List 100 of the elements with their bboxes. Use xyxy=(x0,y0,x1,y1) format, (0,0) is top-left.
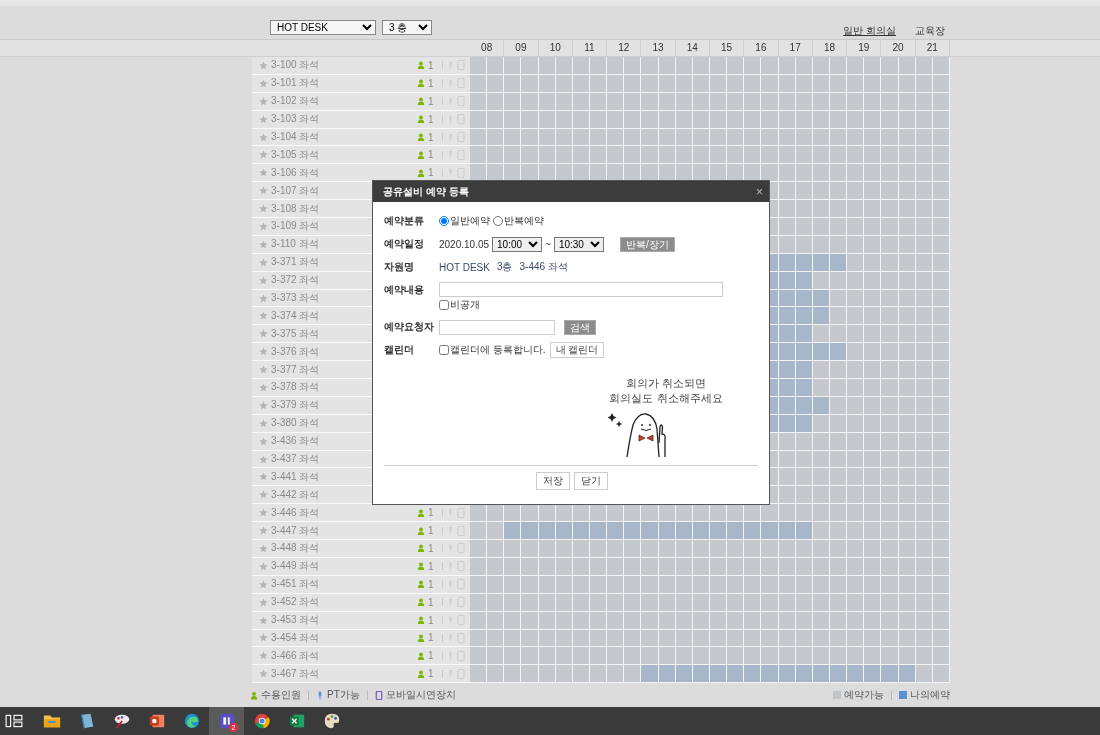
checkbox[interactable] xyxy=(439,345,449,355)
seat-name[interactable]: 3-448 좌석 xyxy=(271,541,320,556)
star-icon[interactable] xyxy=(259,633,268,643)
capacity-count: 1 xyxy=(428,149,435,161)
star-icon[interactable] xyxy=(259,365,268,375)
capacity-count: 1 xyxy=(428,77,435,89)
star-icon[interactable] xyxy=(259,221,268,231)
room-type-link[interactable]: 일반 회의실 xyxy=(843,24,896,38)
star-icon[interactable] xyxy=(259,275,268,285)
search-button[interactable]: 검색 xyxy=(564,319,596,335)
star-icon[interactable] xyxy=(259,526,268,536)
seat-name[interactable]: 3-379 좌석 xyxy=(271,398,320,413)
seat-name[interactable]: 3-371 좌석 xyxy=(271,255,320,270)
person-icon xyxy=(417,526,425,535)
seat-name[interactable]: 3-454 좌석 xyxy=(271,630,320,645)
radio-button[interactable] xyxy=(439,216,449,226)
seat-name[interactable]: 3-467 좌석 xyxy=(271,666,320,681)
capacity-count: 1 xyxy=(428,167,435,179)
star-icon[interactable] xyxy=(259,239,268,249)
star-icon[interactable] xyxy=(259,257,268,267)
seat-name[interactable]: 3-376 좌석 xyxy=(271,344,320,359)
hour-label: 17 xyxy=(778,40,813,56)
seat-name[interactable]: 3-441 좌석 xyxy=(271,469,320,484)
seat-name[interactable]: 3-372 좌석 xyxy=(271,273,320,288)
seat-name[interactable]: 3-110 좌석 xyxy=(271,237,319,252)
star-icon[interactable] xyxy=(259,96,268,106)
floor-select[interactable]: 3 층 xyxy=(382,19,432,35)
star-icon[interactable] xyxy=(259,436,268,446)
seat-name[interactable]: 3-449 좌석 xyxy=(271,559,320,574)
dialog-button[interactable]: 닫기 xyxy=(573,472,608,490)
seat-name[interactable]: 3-447 좌석 xyxy=(271,523,320,538)
star-icon[interactable] xyxy=(259,168,268,178)
star-icon[interactable] xyxy=(259,418,268,428)
star-icon[interactable] xyxy=(259,293,268,303)
seat-name[interactable]: 3-436 좌석 xyxy=(271,434,320,449)
resource-name: 3-446 좌석 xyxy=(519,260,568,274)
star-icon[interactable] xyxy=(259,329,268,339)
seat-name[interactable]: 3-104 좌석 xyxy=(271,130,320,144)
seat-name[interactable]: 3-466 좌석 xyxy=(271,648,320,663)
star-icon[interactable] xyxy=(259,508,268,518)
radio-label: 일반예약 xyxy=(450,214,490,228)
room-type-link[interactable]: 교육장 xyxy=(915,24,945,38)
seat-name[interactable]: 3-102 좌석 xyxy=(271,94,320,109)
seat-name[interactable]: 3-453 좌석 xyxy=(271,613,320,628)
star-icon[interactable] xyxy=(259,150,268,160)
field-label: 자원명 xyxy=(384,260,415,274)
capacity-count: 1 xyxy=(428,560,435,572)
star-icon[interactable] xyxy=(259,561,268,571)
seat-name[interactable]: 3-377 좌석 xyxy=(271,362,320,377)
person-icon xyxy=(417,79,425,88)
seat-name[interactable]: 3-446 좌석 xyxy=(271,505,320,520)
seat-name[interactable]: 3-108 좌석 xyxy=(271,201,320,216)
star-icon[interactable] xyxy=(259,669,268,679)
star-icon[interactable] xyxy=(259,579,268,589)
seat-name[interactable]: 3-107 좌석 xyxy=(271,183,320,198)
star-icon[interactable] xyxy=(259,544,268,553)
seat-name[interactable]: 3-105 좌석 xyxy=(271,147,320,162)
star-icon[interactable] xyxy=(259,78,268,88)
star-icon[interactable] xyxy=(259,347,268,357)
seat-name[interactable]: 3-109 좌석 xyxy=(271,219,320,234)
seat-name[interactable]: 3-452 좌석 xyxy=(271,595,320,610)
my-calendar-button[interactable]: 내 캘린더 xyxy=(549,342,605,358)
seat-name[interactable]: 3-373 좌석 xyxy=(271,291,320,305)
checkbox[interactable] xyxy=(439,300,449,310)
star-icon[interactable] xyxy=(259,615,268,625)
close-button[interactable]: × xyxy=(756,185,763,198)
star-icon[interactable] xyxy=(259,651,268,661)
star-icon[interactable] xyxy=(259,114,268,124)
seat-name[interactable]: 3-374 좌석 xyxy=(271,308,320,323)
start-time-select[interactable]: 10:00 xyxy=(492,236,543,252)
seat-name[interactable]: 3-103 좌석 xyxy=(271,112,320,127)
building-select[interactable]: HOT DESK xyxy=(270,19,376,35)
seat-name[interactable]: 3-101 좌석 xyxy=(271,76,320,91)
dialog-button[interactable]: 저장 xyxy=(535,472,570,490)
seat-name[interactable]: 3-442 좌석 xyxy=(271,487,320,502)
star-icon[interactable] xyxy=(259,132,268,142)
seat-name[interactable]: 3-375 좌석 xyxy=(271,326,320,341)
seat-name[interactable]: 3-100 좌석 xyxy=(271,58,320,73)
star-icon[interactable] xyxy=(259,382,268,392)
content-input[interactable] xyxy=(439,282,723,297)
requester-input[interactable] xyxy=(439,319,555,335)
star-icon[interactable] xyxy=(259,204,268,214)
star-icon[interactable] xyxy=(259,186,268,196)
seat-name[interactable]: 3-380 좌석 xyxy=(271,416,320,431)
seat-name[interactable]: 3-437 좌석 xyxy=(271,452,320,467)
star-icon[interactable] xyxy=(259,400,268,410)
person-icon xyxy=(417,616,425,625)
star-icon[interactable] xyxy=(259,60,268,70)
star-icon[interactable] xyxy=(259,597,268,607)
end-time-select[interactable]: 10:30 xyxy=(553,236,604,252)
seat-name[interactable]: 3-106 좌석 xyxy=(271,165,320,180)
radio-button[interactable] xyxy=(493,216,503,226)
repeat-button[interactable]: 반복/장기 xyxy=(619,236,675,252)
capacity-count: 1 xyxy=(428,113,435,125)
star-icon[interactable] xyxy=(259,490,268,500)
star-icon[interactable] xyxy=(259,311,268,321)
star-icon[interactable] xyxy=(259,472,268,482)
seat-name[interactable]: 3-451 좌석 xyxy=(271,577,320,592)
seat-name[interactable]: 3-378 좌석 xyxy=(271,380,320,395)
star-icon[interactable] xyxy=(259,454,268,464)
